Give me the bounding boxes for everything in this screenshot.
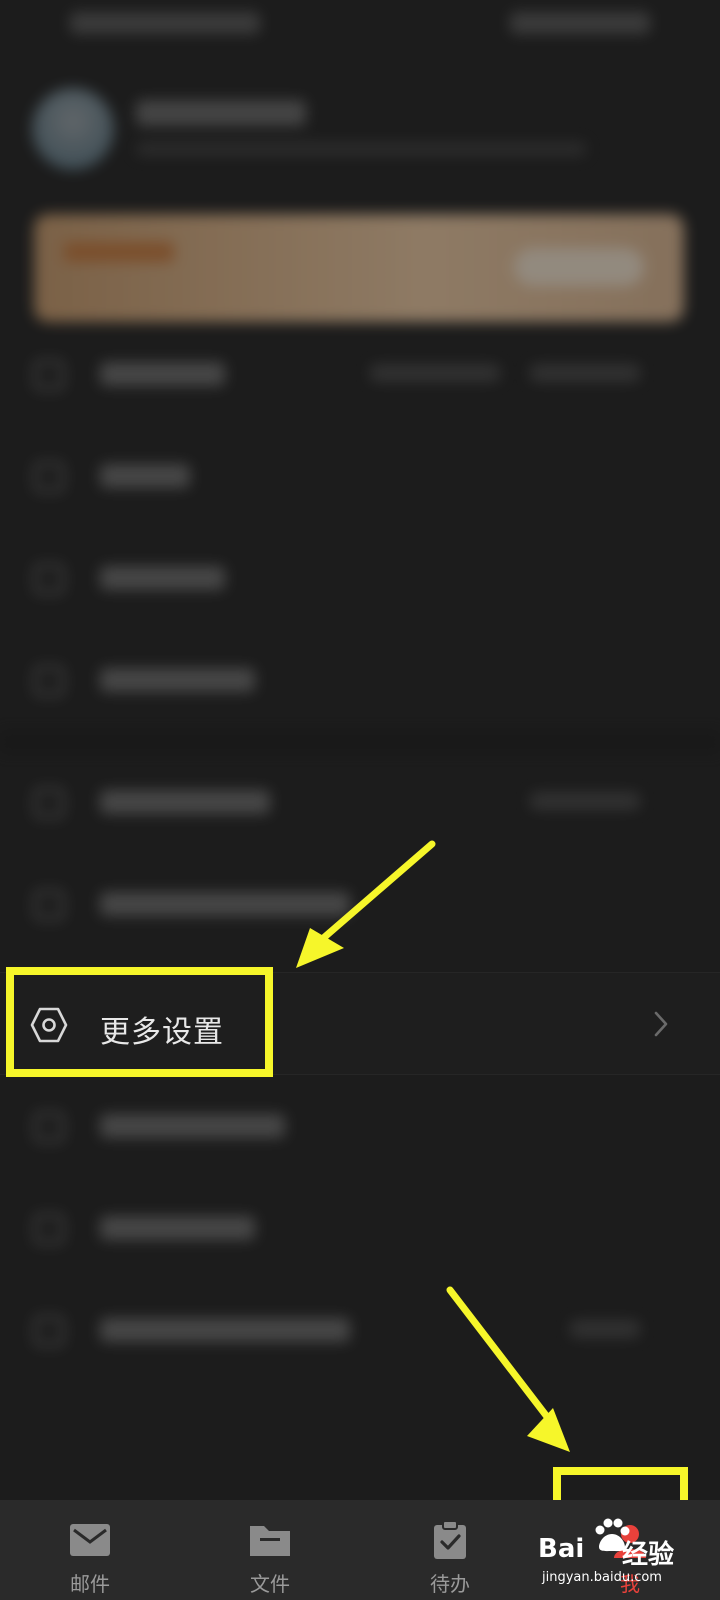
row-label [100,892,350,916]
banner-button[interactable] [514,248,644,286]
watermark-suffix: 经验 [622,1540,675,1570]
blurred-background [0,0,720,1500]
row-value [530,364,640,382]
row-label [100,464,190,488]
settings-row[interactable] [0,1178,720,1280]
row-icon [34,666,64,696]
tab-todo[interactable]: 待办 [360,1500,540,1600]
settings-row[interactable] [0,1076,720,1178]
row-icon [34,1112,64,1142]
profile-subtitle [136,142,586,156]
annotation-highlight-more-settings [6,967,273,1077]
watermark-brand: Bai [538,1534,585,1564]
row-label [100,668,255,692]
chevron-right-icon [654,1011,668,1037]
row-value [570,1320,640,1338]
avatar[interactable] [32,88,114,170]
row-label [100,1318,350,1342]
settings-row[interactable] [0,426,720,528]
clipboard-check-icon [434,1520,466,1559]
profile-name [136,100,306,126]
tab-mail-label: 邮件 [70,1572,110,1596]
settings-row[interactable] [0,528,720,630]
row-icon [34,360,64,390]
promo-banner[interactable] [34,214,684,322]
tab-files-label: 文件 [250,1572,290,1596]
tab-todo-label: 待办 [430,1572,470,1596]
settings-row[interactable] [0,752,720,854]
row-label [100,790,270,814]
profile-header[interactable] [0,80,720,180]
row-icon [34,1316,64,1346]
row-label [100,362,225,386]
banner-title [64,242,174,262]
watermark-url: jingyan.baidu.com [542,1570,662,1585]
tab-mail[interactable]: 邮件 [0,1500,180,1600]
status-bar [0,0,720,50]
section-divider [0,732,720,752]
row-icon [34,564,64,594]
status-indicators [510,12,650,34]
row-icon [34,788,64,818]
row-icon [34,890,64,920]
row-value [370,364,500,382]
row-value [530,792,640,810]
row-label [100,1216,255,1240]
settings-row[interactable] [0,854,720,956]
baidu-jingyan-watermark: Bai 经验 jingyan.baidu.com [538,1504,698,1596]
row-label [100,1114,285,1138]
row-label [100,566,225,590]
settings-row[interactable] [0,630,720,732]
settings-row[interactable] [0,324,720,426]
folder-icon [250,1526,290,1556]
row-icon [34,462,64,492]
settings-row[interactable] [0,1280,720,1382]
mail-icon [70,1524,110,1556]
row-icon [34,1214,64,1244]
status-time [70,12,260,34]
tab-files[interactable]: 文件 [180,1500,360,1600]
